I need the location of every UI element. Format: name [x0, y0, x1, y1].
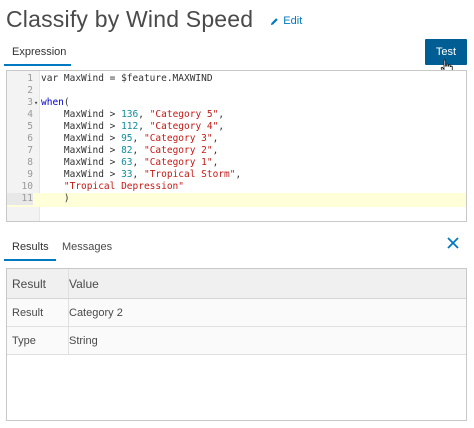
page-title: Classify by Wind Speed: [6, 5, 254, 32]
results-table: Result Value Result Category 2 Type Stri…: [6, 268, 467, 421]
line-number: 7: [27, 145, 33, 156]
row-value: String: [69, 334, 98, 347]
column-header-result: Result: [7, 269, 69, 298]
line-number: 3: [27, 97, 33, 108]
code-text: ,: [132, 133, 144, 144]
page-header: Classify by Wind Speed Edit: [6, 4, 302, 34]
line-number: 1: [27, 73, 33, 84]
number-literal: 33: [121, 169, 133, 180]
code-text: (: [63, 97, 70, 108]
code-text: ,: [132, 169, 144, 180]
string-literal: "Category 1": [143, 157, 213, 168]
line-number: 11: [7, 193, 33, 205]
tab-results-underline: [4, 259, 56, 261]
code-text: MaxWind >: [41, 169, 122, 180]
code-line: 9 MaxWind > 33, "Tropical Storm",: [7, 169, 466, 181]
line-number: 5: [27, 121, 33, 132]
string-literal: "Category 2": [143, 145, 213, 156]
string-literal: "Tropical Storm": [143, 169, 236, 180]
number-literal: 136: [121, 109, 139, 120]
code-text: MaxWind >: [41, 145, 122, 156]
code-text: ): [41, 193, 70, 204]
row-label: Result: [7, 299, 69, 326]
code-text: ,: [132, 145, 144, 156]
code-text: ,: [218, 109, 225, 120]
expression-tabs: Expression: [4, 38, 470, 66]
edit-title-link[interactable]: Edit: [270, 15, 302, 27]
number-literal: 95: [121, 133, 133, 144]
line-number: 6: [27, 133, 33, 144]
tab-expression[interactable]: Expression: [12, 46, 66, 58]
tab-expression-underline: [4, 64, 71, 66]
output-tabs: Results Messages: [4, 234, 470, 262]
line-number: 10: [21, 181, 33, 192]
row-value: Category 2: [69, 306, 123, 319]
code-text: MaxWind >: [41, 109, 122, 120]
code-line: 3 ▾ when(: [7, 97, 466, 109]
code-line: 10 "Tropical Depression": [7, 181, 466, 193]
keyword: when: [41, 97, 64, 108]
code-line: 4 MaxWind > 136, "Category 5",: [7, 109, 466, 121]
line-number: 4: [27, 109, 33, 120]
string-literal: "Category 3": [143, 133, 213, 144]
code-line: 6 MaxWind > 95, "Category 3",: [7, 133, 466, 145]
code-text: ,: [235, 169, 242, 180]
code-line: 1 var MaxWind = $feature.MAXWIND: [7, 73, 466, 85]
number-literal: 112: [121, 121, 139, 132]
code-text: ,: [212, 157, 219, 168]
number-literal: 63: [121, 157, 133, 168]
line-number: 9: [27, 169, 33, 180]
code-line: 5 MaxWind > 112, "Category 4",: [7, 121, 466, 133]
code-text: MaxWind >: [41, 157, 122, 168]
table-row: Type String: [7, 327, 466, 355]
tab-results[interactable]: Results: [12, 241, 49, 253]
edit-label: Edit: [283, 15, 303, 27]
code-text: MaxWind >: [41, 133, 122, 144]
string-literal: "Category 5": [149, 109, 219, 120]
code-text: MaxWind >: [41, 121, 122, 132]
code-text: ,: [138, 121, 150, 132]
code-line-active: 11 ): [7, 193, 466, 207]
code-editor[interactable]: 1 var MaxWind = $feature.MAXWIND 2 3 ▾ w…: [6, 70, 467, 222]
tab-messages[interactable]: Messages: [62, 241, 112, 253]
close-icon[interactable]: [446, 236, 460, 250]
code-line: 2: [7, 85, 466, 97]
line-number: 2: [27, 85, 33, 96]
code-text: ,: [212, 133, 219, 144]
table-header: Result Value: [7, 269, 466, 299]
table-row: Result Category 2: [7, 299, 466, 327]
code-text: ,: [138, 109, 150, 120]
fold-toggle-icon[interactable]: ▾: [34, 97, 38, 109]
string-literal: "Tropical Depression": [63, 181, 184, 192]
number-literal: 82: [121, 145, 133, 156]
string-literal: "Category 4": [149, 121, 219, 132]
pencil-icon: [271, 17, 279, 25]
code-text: ,: [212, 145, 219, 156]
line-number: 8: [27, 157, 33, 168]
code-text: ,: [218, 121, 225, 132]
code-text: ,: [132, 157, 144, 168]
row-label: Type: [7, 327, 69, 354]
code-line: 7 MaxWind > 82, "Category 2",: [7, 145, 466, 157]
code-text: var MaxWind = $feature.MAXWIND: [41, 73, 213, 84]
column-header-value: Value: [69, 276, 99, 291]
code-line: 8 MaxWind > 63, "Category 1",: [7, 157, 466, 169]
